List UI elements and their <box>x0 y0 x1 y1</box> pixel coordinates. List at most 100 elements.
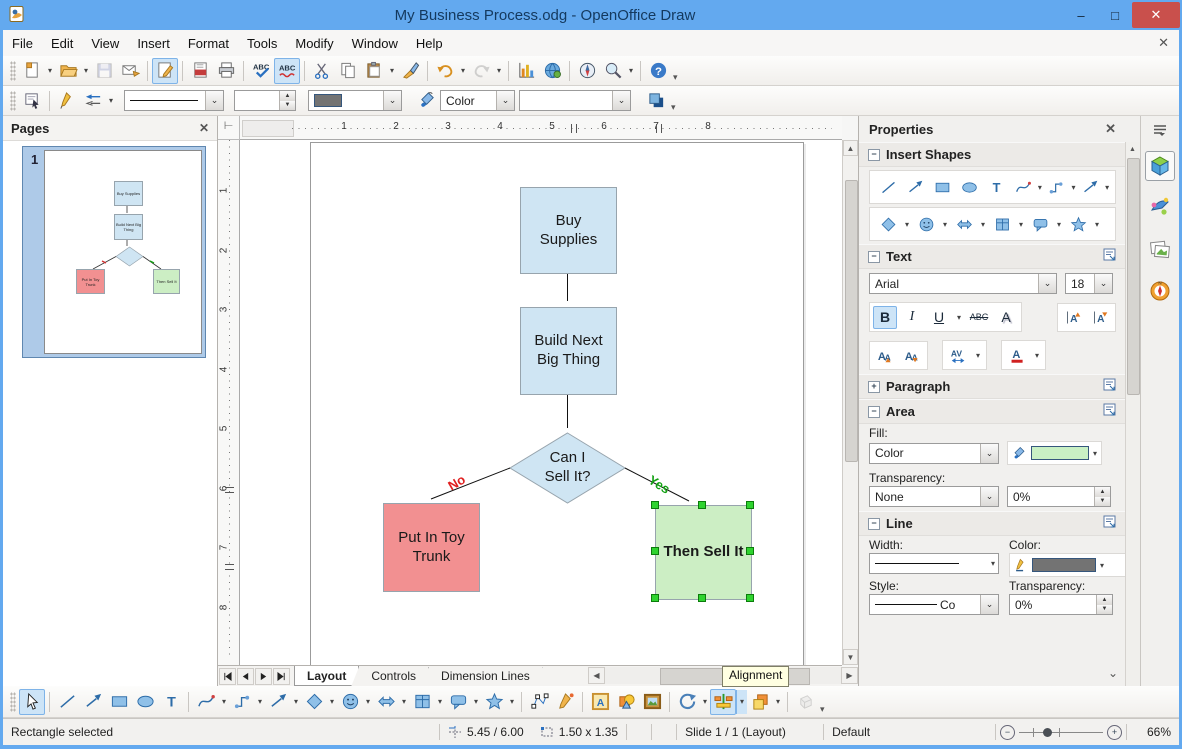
zoom-dropdown[interactable]: ▾ <box>626 59 636 83</box>
line-width-steppers[interactable]: ▲ ▼ <box>279 91 295 110</box>
properties-close-icon[interactable]: ✕ <box>1105 121 1116 137</box>
insert-arrow-button[interactable] <box>902 174 928 200</box>
selection-handle-sw[interactable] <box>651 594 659 602</box>
insert-line-button[interactable] <box>875 174 901 200</box>
close-button[interactable]: ✕ <box>1132 2 1180 28</box>
select-tool-button[interactable] <box>19 688 45 715</box>
menu-modify[interactable]: Modify <box>286 32 342 55</box>
text-tool-button[interactable] <box>158 689 184 715</box>
sidebar-tab-gallery[interactable] <box>1144 191 1176 223</box>
export-pdf-button[interactable] <box>187 58 213 84</box>
last-layer-icon[interactable] <box>273 667 290 685</box>
toolbar-grip[interactable] <box>10 691 16 712</box>
callout-tool-button[interactable] <box>445 689 471 715</box>
email-button[interactable] <box>117 58 143 84</box>
flowchart-node-then-sell-it[interactable]: Then Sell It <box>655 505 752 600</box>
menu-view[interactable]: View <box>82 32 128 55</box>
zoom-slider[interactable]: − + <box>996 724 1126 740</box>
maximize-button[interactable]: □ <box>1098 3 1132 27</box>
insert-text-button[interactable] <box>983 174 1009 200</box>
arrow-style-dropdown[interactable]: ▾ <box>106 89 116 113</box>
cut-button[interactable] <box>309 58 335 84</box>
section-insert-shapes[interactable]: − Insert Shapes <box>859 142 1126 167</box>
arrow-tool-button[interactable] <box>80 689 106 715</box>
shapes-button[interactable] <box>613 689 639 715</box>
sidebar-tab-properties[interactable] <box>1145 151 1175 181</box>
stars-dropdown[interactable]: ▾ <box>1092 215 1102 233</box>
edit-mode-button[interactable] <box>152 57 178 84</box>
scroll-down-icon[interactable]: ▼ <box>843 649 858 665</box>
open-dropdown[interactable]: ▾ <box>81 59 91 83</box>
selection-handle-e[interactable] <box>746 547 754 555</box>
alignment-button[interactable] <box>710 688 736 715</box>
callouts-dropdown[interactable]: ▾ <box>471 690 481 714</box>
zoom-button[interactable] <box>600 58 626 84</box>
menu-window[interactable]: Window <box>343 32 407 55</box>
section-area[interactable]: − Area <box>859 399 1126 424</box>
selection-handle-nw[interactable] <box>651 501 659 509</box>
paragraph-dialog-launcher-icon[interactable] <box>1103 378 1117 395</box>
paste-dropdown[interactable]: ▾ <box>387 59 397 83</box>
flowchart-node-put-in-toy-trunk[interactable]: Put In Toy Trunk <box>383 503 480 592</box>
styles-button[interactable] <box>19 88 45 114</box>
toolbar-overflow-icon[interactable]: ▾ <box>671 102 676 115</box>
block-arrows-button[interactable] <box>951 211 977 237</box>
paste-button[interactable] <box>361 58 387 84</box>
insert-chart-button[interactable] <box>513 58 539 84</box>
symbol-shapes-button[interactable] <box>913 211 939 237</box>
line-transparency-steppers[interactable]: ▲ ▼ <box>1096 595 1112 614</box>
insert-connector-button[interactable] <box>1044 174 1070 200</box>
text-dialog-launcher-icon[interactable] <box>1103 248 1117 265</box>
previous-layer-icon[interactable] <box>237 667 254 685</box>
next-layer-icon[interactable] <box>255 667 272 685</box>
shadow-button[interactable] <box>643 88 669 114</box>
star-tool-button[interactable] <box>481 689 507 715</box>
arrange-dropdown[interactable]: ▾ <box>773 690 783 714</box>
sidebar-tab-navigator[interactable]: N <box>1144 275 1176 307</box>
block-arrows-dropdown[interactable]: ▾ <box>399 690 409 714</box>
vertical-scrollbar-thumb[interactable] <box>845 180 858 462</box>
insert-picture-button[interactable] <box>639 689 665 715</box>
underline-button[interactable]: U <box>927 306 951 329</box>
new-document-button[interactable] <box>19 58 45 84</box>
lines-arrows-tool-button[interactable] <box>265 689 291 715</box>
collapse-icon[interactable]: − <box>868 405 880 418</box>
sidebar-tab-images[interactable] <box>1144 233 1176 265</box>
line-color-select[interactable]: ⌄ <box>308 90 402 111</box>
alignment-dropdown[interactable]: ▾ <box>736 689 747 714</box>
spellcheck-button[interactable]: ABC <box>248 58 274 84</box>
print-button[interactable] <box>213 58 239 84</box>
scroll-left-icon[interactable]: ◀ <box>588 667 605 684</box>
redo-dropdown[interactable]: ▾ <box>494 59 504 83</box>
auto-spellcheck-button[interactable]: ABC <box>274 57 300 84</box>
properties-scrollbar-thumb[interactable] <box>1127 158 1140 395</box>
fontwork-button[interactable]: A <box>587 689 613 715</box>
hyperlink-button[interactable] <box>539 58 565 84</box>
flowchart-node-buy-supplies[interactable]: Buy Supplies <box>520 187 617 274</box>
close-document-icon[interactable]: ✕ <box>1158 35 1169 51</box>
symbol-shapes-dropdown[interactable]: ▾ <box>363 690 373 714</box>
symbol-shapes-dropdown[interactable]: ▾ <box>940 215 950 233</box>
block-arrows-tool-button[interactable] <box>373 689 399 715</box>
basic-shapes-button[interactable] <box>875 211 901 237</box>
selection-handle-s[interactable] <box>698 594 706 602</box>
collapse-icon[interactable]: − <box>868 517 880 530</box>
section-line[interactable]: − Line <box>859 511 1126 536</box>
star-shapes-button[interactable] <box>1065 211 1091 237</box>
zoom-slider-track[interactable] <box>1019 726 1103 739</box>
section-text[interactable]: − Text <box>859 244 1126 269</box>
scroll-up-icon[interactable]: ▲ <box>1126 142 1139 156</box>
bold-button[interactable]: B <box>873 305 897 329</box>
callouts-dropdown[interactable]: ▾ <box>1054 215 1064 233</box>
character-spacing-button[interactable]: AV <box>946 344 970 367</box>
connector-dropdown[interactable]: ▾ <box>1071 178 1077 196</box>
text-shadow-button[interactable]: A <box>994 306 1018 329</box>
status-zoom-value[interactable]: 66% <box>1127 725 1179 739</box>
line-style-select[interactable]: Co ⌄ <box>869 594 999 615</box>
increase-font-button[interactable]: AA <box>873 344 897 367</box>
lines-arrows-dropdown[interactable]: ▾ <box>291 690 301 714</box>
zoom-in-icon[interactable]: + <box>1107 724 1122 740</box>
sidebar-menu-icon[interactable] <box>1152 124 1168 141</box>
section-paragraph[interactable]: + Paragraph <box>859 374 1126 399</box>
underline-dropdown[interactable]: ▾ <box>954 305 964 329</box>
